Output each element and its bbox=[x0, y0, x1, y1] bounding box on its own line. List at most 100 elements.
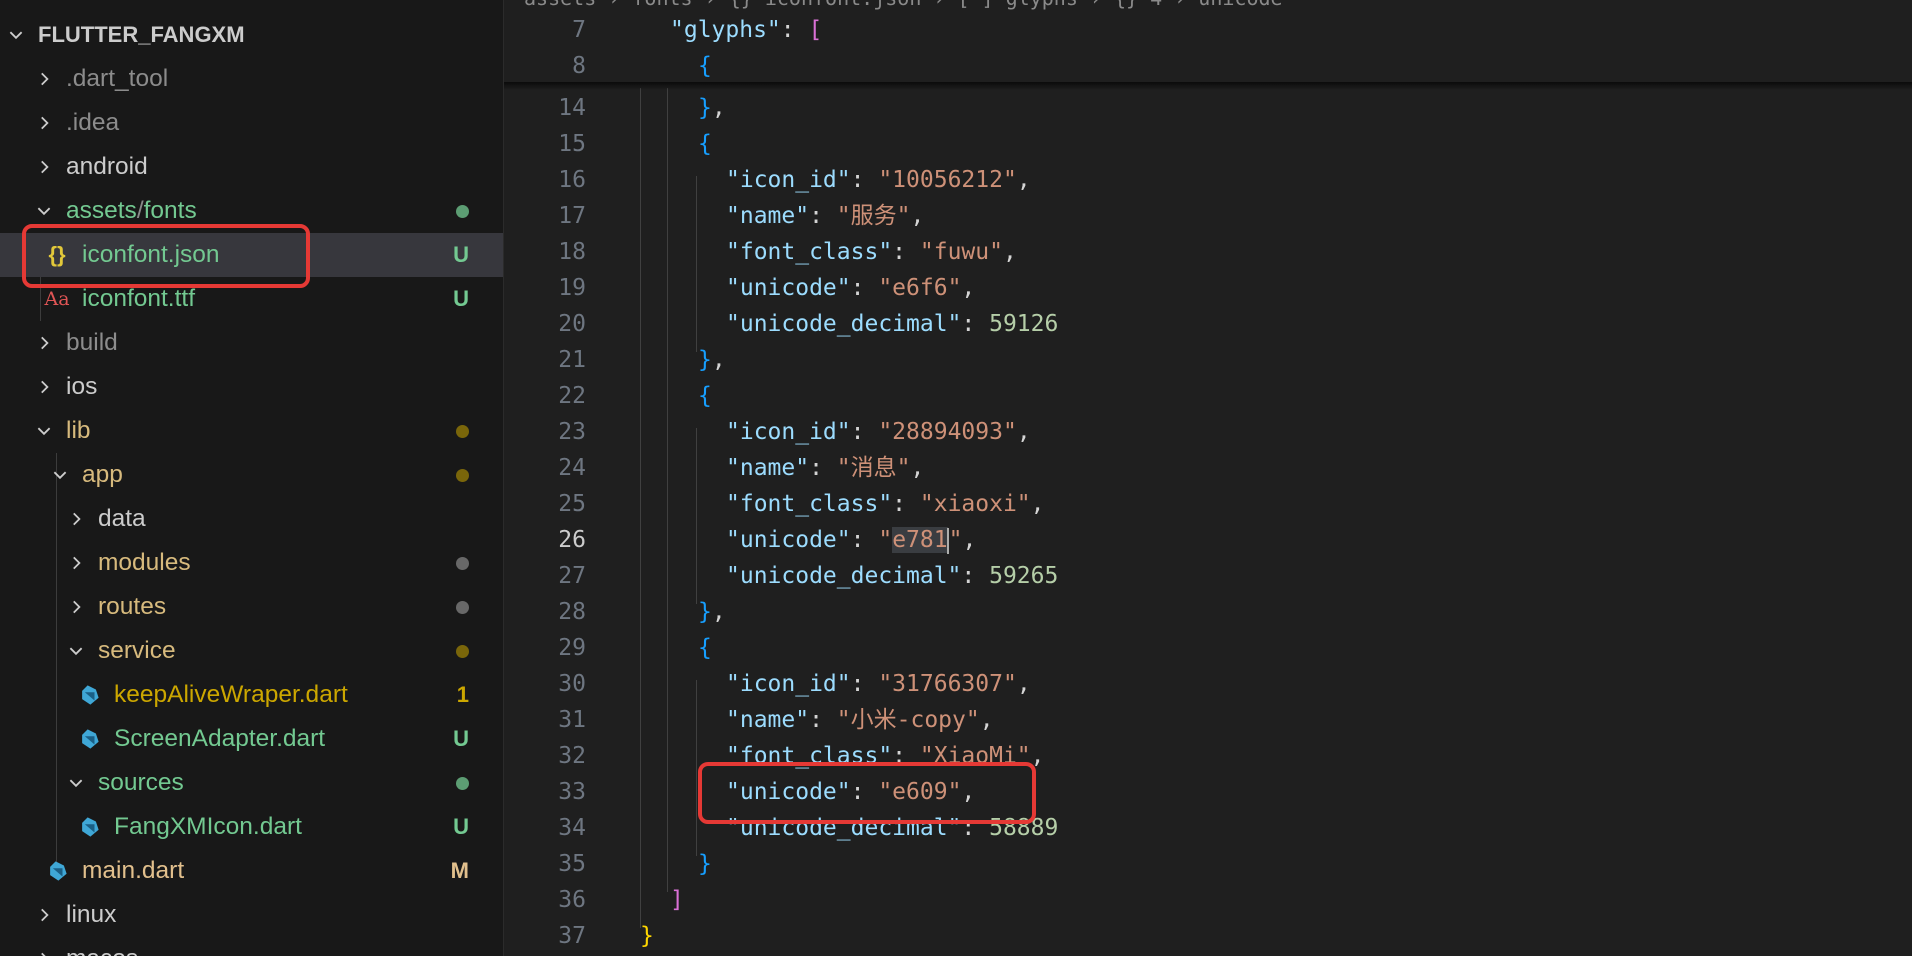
line-number: 14 bbox=[558, 95, 586, 121]
chevron-right-icon bbox=[66, 497, 86, 541]
tree-folder-data[interactable]: data bbox=[0, 497, 503, 541]
code-line[interactable]: 30 "icon_id": "31766307", bbox=[504, 666, 1912, 702]
line-number: 7 bbox=[572, 17, 586, 43]
code-line[interactable]: 26 "unicode": "e781", bbox=[504, 522, 1912, 558]
tree-folder-linux[interactable]: linux bbox=[0, 893, 503, 937]
code-line[interactable]: 20 "unicode_decimal": 59126 bbox=[504, 306, 1912, 342]
code-text: "font_class": "fuwu", bbox=[726, 234, 1017, 270]
code-token: , bbox=[961, 779, 976, 805]
code-line[interactable]: 27 "unicode_decimal": 59265 bbox=[504, 558, 1912, 594]
code-line[interactable]: 8{ bbox=[504, 48, 1912, 84]
git-status-badge: M bbox=[450, 858, 469, 883]
code-line[interactable]: 34 "unicode_decimal": 58889 bbox=[504, 810, 1912, 846]
code-token: } bbox=[698, 95, 712, 121]
code-token: 59126 bbox=[989, 311, 1059, 337]
code-token: : bbox=[961, 815, 990, 841]
code-line[interactable]: 7 "glyphs": [ bbox=[504, 12, 1912, 48]
explorer-root-folder[interactable]: FLUTTER_FANGXM bbox=[0, 16, 503, 54]
line-number: 35 bbox=[558, 851, 586, 877]
line-number: 31 bbox=[558, 707, 586, 733]
code-token: } bbox=[698, 599, 712, 625]
chevron-right-icon bbox=[34, 321, 54, 365]
code-line[interactable]: 25 "font_class": "xiaoxi", bbox=[504, 486, 1912, 522]
code-line[interactable]: 18 "font_class": "fuwu", bbox=[504, 234, 1912, 270]
code-line[interactable]: 35} bbox=[504, 846, 1912, 882]
code-token: "font_class" bbox=[726, 239, 893, 265]
tree-file-main-dart[interactable]: main.dart M bbox=[0, 849, 503, 893]
tree-file-screenadapter[interactable]: ScreenAdapter.dart U bbox=[0, 717, 503, 761]
tree-file-iconfont-ttf[interactable]: Aa iconfont.ttf U bbox=[0, 277, 503, 321]
code-line[interactable]: 32 "font_class": "XiaoMi", bbox=[504, 738, 1912, 774]
tree-folder-modules[interactable]: modules bbox=[0, 541, 503, 585]
code-text: "icon_id": "10056212", bbox=[726, 162, 1031, 198]
tree-folder-android[interactable]: android bbox=[0, 145, 503, 189]
code-token: , bbox=[961, 275, 976, 301]
tree-item-label: macos bbox=[66, 945, 138, 956]
code-line[interactable]: 23 "icon_id": "28894093", bbox=[504, 414, 1912, 450]
code-line[interactable]: 36] bbox=[504, 882, 1912, 918]
line-number: 24 bbox=[558, 455, 586, 481]
tree-folder-idea[interactable]: .idea bbox=[0, 101, 503, 145]
tree-folder-ios[interactable]: ios bbox=[0, 365, 503, 409]
code-editor[interactable]: 14}, 15 {16 "icon_id": "10056212", 17 "name":… bbox=[504, 0, 1912, 956]
tree-folder-sources[interactable]: sources bbox=[0, 761, 503, 805]
line-number: 8 bbox=[572, 53, 586, 79]
tree-item-label: keepAliveWraper.dart bbox=[114, 681, 348, 708]
chevron-down-icon[interactable] bbox=[6, 13, 26, 57]
code-line[interactable]: 24 "name": "消息", bbox=[504, 450, 1912, 486]
code-line[interactable]: 16 "icon_id": "10056212", bbox=[504, 162, 1912, 198]
code-token: " bbox=[878, 527, 893, 553]
code-line[interactable]: 17 "name": "服务", bbox=[504, 198, 1912, 234]
tree-file-fangxmicon[interactable]: FangXMIcon.dart U bbox=[0, 805, 503, 849]
code-line[interactable]: 29 { bbox=[504, 630, 1912, 666]
chevron-right-icon bbox=[66, 541, 86, 585]
code-token: } bbox=[698, 851, 712, 877]
code-line[interactable]: 21}, bbox=[504, 342, 1912, 378]
tree-folder-build[interactable]: build bbox=[0, 321, 503, 365]
code-line[interactable]: 37} bbox=[504, 918, 1912, 954]
tree-file-iconfont-json[interactable]: {} iconfont.json U bbox=[0, 233, 503, 277]
sticky-scroll-header[interactable]: assets › fonts › {} iconfont.json › [ ] … bbox=[504, 0, 1912, 84]
code-token: " bbox=[948, 527, 963, 553]
code-text: "name": "小米-copy", bbox=[726, 702, 994, 738]
git-status-dot bbox=[456, 556, 469, 570]
tree-item-label: .dart_tool bbox=[66, 65, 169, 92]
code-line[interactable]: 33 "unicode": "e609", bbox=[504, 774, 1912, 810]
chevron-right-icon bbox=[34, 893, 54, 937]
code-token: "xiaoxi" bbox=[919, 491, 1031, 517]
code-line[interactable]: 31 "name": "小米-copy", bbox=[504, 702, 1912, 738]
line-number: 29 bbox=[558, 635, 586, 661]
tree-folder-macos[interactable]: macos bbox=[0, 937, 503, 956]
code-text: }, bbox=[698, 342, 726, 378]
code-text: { bbox=[698, 48, 712, 84]
tree-folder-app[interactable]: app bbox=[0, 453, 503, 497]
tree-folder-lib[interactable]: lib bbox=[0, 409, 503, 453]
tree-folder-assets-fonts[interactable]: assets/fonts bbox=[0, 189, 503, 233]
git-status-dot bbox=[456, 600, 469, 614]
line-number: 30 bbox=[558, 671, 586, 697]
breadcrumb[interactable]: assets › fonts › {} iconfont.json › [ ] … bbox=[524, 0, 1283, 10]
code-token: : bbox=[850, 275, 879, 301]
code-text: "name": "消息", bbox=[726, 450, 924, 486]
tree-item-label: main.dart bbox=[82, 857, 185, 884]
tree-file-keepalivewraper[interactable]: keepAliveWraper.dart 1 bbox=[0, 673, 503, 717]
line-number: 36 bbox=[558, 887, 586, 913]
code-line[interactable]: 28}, bbox=[504, 594, 1912, 630]
chevron-down-icon bbox=[50, 453, 70, 497]
dart-file-icon bbox=[76, 717, 102, 761]
code-token: "name" bbox=[726, 455, 810, 481]
tree-folder-service[interactable]: service bbox=[0, 629, 503, 673]
tree-folder-dart-tool[interactable]: .dart_tool bbox=[0, 57, 503, 101]
git-status-badge: U bbox=[453, 726, 469, 751]
code-line[interactable]: 19 "unicode": "e6f6", bbox=[504, 270, 1912, 306]
code-text: "font_class": "xiaoxi", bbox=[726, 486, 1045, 522]
code-line[interactable]: 15 { bbox=[504, 126, 1912, 162]
code-token: { bbox=[698, 53, 712, 79]
code-text: "icon_id": "31766307", bbox=[726, 666, 1031, 702]
line-number: 23 bbox=[558, 419, 586, 445]
code-line[interactable]: 14}, bbox=[504, 90, 1912, 126]
code-line[interactable]: 22 { bbox=[504, 378, 1912, 414]
code-token: : bbox=[850, 779, 879, 805]
code-token: , bbox=[1016, 167, 1031, 193]
tree-folder-routes[interactable]: routes bbox=[0, 585, 503, 629]
